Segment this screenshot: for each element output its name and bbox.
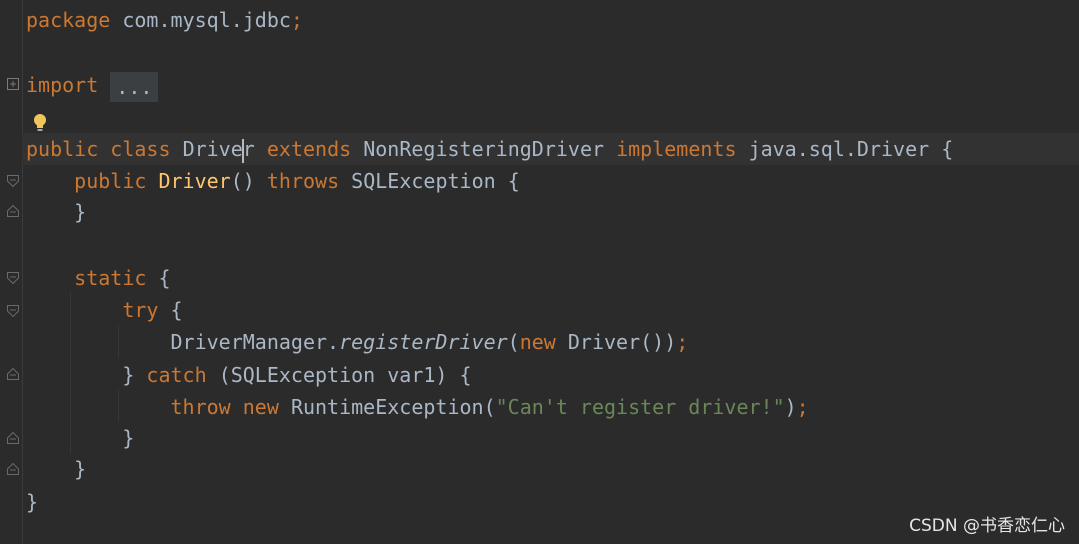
code-line-5-current: public class Driver extends NonRegisteri… xyxy=(22,133,1079,165)
method-call: registerDriver xyxy=(339,330,508,354)
class-name: Driver xyxy=(182,137,255,163)
constructor-name: Driver xyxy=(158,169,231,193)
class-ref: DriverManager. xyxy=(170,330,340,354)
brace: { xyxy=(941,137,954,161)
keyword: catch xyxy=(146,363,207,387)
import-fold-chip[interactable]: ... xyxy=(110,71,159,102)
parens: () xyxy=(230,169,255,193)
code-line-11: DriverManager.registerDriver(new Driver(… xyxy=(26,326,1079,358)
package-name: com.mysql.jdbc xyxy=(122,8,291,32)
fold-end-icon[interactable] xyxy=(7,205,19,217)
semicolon: ; xyxy=(796,395,809,419)
brace: { xyxy=(459,363,472,387)
keyword: import xyxy=(26,73,99,97)
fold-end-icon[interactable] xyxy=(7,432,19,444)
code-line-3: import ... xyxy=(26,69,1079,102)
keyword: public xyxy=(26,137,99,161)
code-line-10: try { xyxy=(26,294,1079,326)
catch-args: (SQLException var1) xyxy=(218,363,448,387)
gutter-divider xyxy=(22,0,23,544)
code-line-13: throw new RuntimeException("Can't regist… xyxy=(26,391,1079,423)
keyword: try xyxy=(122,298,159,322)
brace: } xyxy=(122,426,135,450)
super-class: NonRegisteringDriver xyxy=(363,137,605,161)
interface-name: java.sql.Driver xyxy=(748,137,930,161)
paren: ( xyxy=(507,330,520,354)
keyword: implements xyxy=(616,137,737,161)
fold-collapse-icon[interactable] xyxy=(7,272,19,284)
keyword: package xyxy=(26,8,111,32)
brace: { xyxy=(158,266,171,290)
fold-collapse-icon[interactable] xyxy=(7,305,19,317)
code-line-15: } xyxy=(26,453,1079,485)
keyword: new xyxy=(519,330,556,354)
fold-end-icon[interactable] xyxy=(7,368,19,380)
code-line-6: public Driver() throws SQLException { xyxy=(26,165,1079,197)
watermark: CSDN @书香恋仁心 xyxy=(909,516,1065,536)
code-line-12: } catch (SQLException var1) { xyxy=(26,359,1079,391)
keyword: throw xyxy=(170,395,231,419)
paren: ) xyxy=(784,395,797,419)
fold-collapse-icon[interactable] xyxy=(7,175,19,187)
code-editor[interactable]: package com.mysql.jdbc; import ... publi… xyxy=(22,0,1079,544)
brace: } xyxy=(122,363,135,387)
keyword: throws xyxy=(266,169,340,193)
fold-end-icon[interactable] xyxy=(7,463,19,475)
semicolon: ; xyxy=(676,330,689,354)
string-literal: "Can't register driver!" xyxy=(495,395,785,419)
brace: } xyxy=(74,457,87,481)
brace: { xyxy=(170,298,183,322)
brace: } xyxy=(74,200,87,224)
fold-expand-icon[interactable] xyxy=(7,78,19,90)
exception-type: SQLException xyxy=(351,169,496,193)
brace: { xyxy=(507,169,520,193)
code-line-9: static { xyxy=(26,262,1079,294)
exception-ctor: RuntimeException( xyxy=(290,395,496,419)
code-line-14: } xyxy=(26,422,1079,454)
ctor-call: Driver()) xyxy=(567,330,677,354)
keyword: extends xyxy=(266,137,352,161)
keyword: new xyxy=(242,395,279,419)
keyword: class xyxy=(110,137,171,161)
code-line-7: } xyxy=(26,196,1079,228)
keyword: static xyxy=(74,266,147,290)
code-line-1: package com.mysql.jdbc; xyxy=(26,4,1079,36)
keyword: public xyxy=(74,169,147,193)
semicolon: ; xyxy=(290,8,303,32)
brace: } xyxy=(26,490,39,514)
